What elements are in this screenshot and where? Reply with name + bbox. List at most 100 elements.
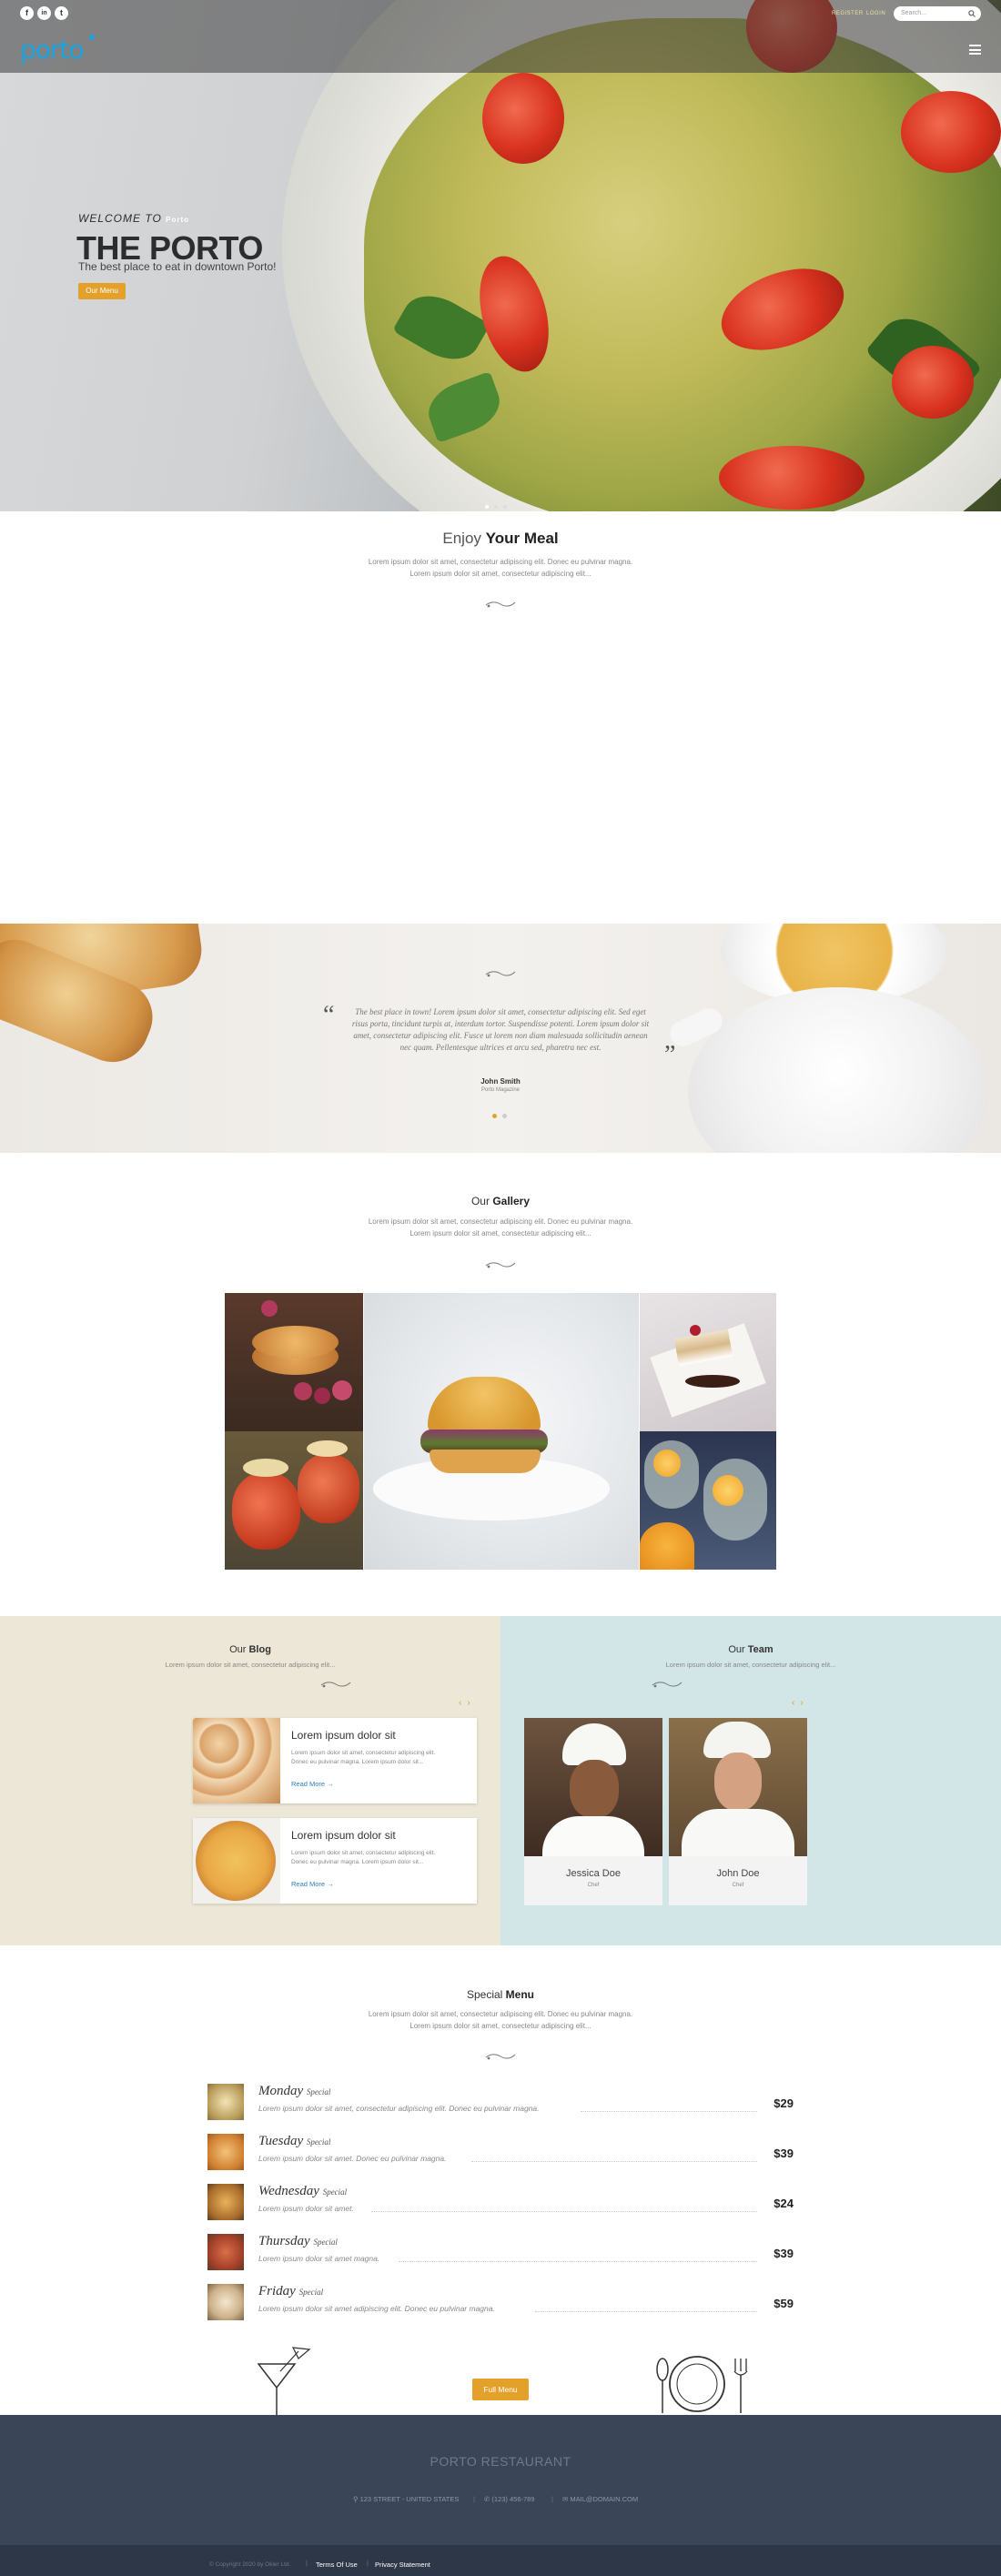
team-member-name: John Doe — [716, 1868, 760, 1879]
footer-restaurant-name: PORTO RESTAURANT — [430, 2454, 571, 2469]
menu-item-price: $39 — [774, 2147, 794, 2160]
terms-link[interactable]: Terms Of Use — [316, 2561, 358, 2569]
testimonial-quote: The best place in town! Lorem ipsum dolo… — [351, 1007, 650, 1052]
divider-ornament — [320, 1682, 351, 1688]
open-quote-icon: “ — [323, 1001, 335, 1029]
menu-item[interactable]: Wednesday Special Lorem ipsum dolor sit … — [207, 2184, 794, 2222]
menu-item-day: Wednesday Special — [258, 2184, 348, 2198]
team-text: Lorem ipsum dolor sit amet, consectetur … — [665, 1661, 836, 1669]
menu-item-price: $59 — [774, 2297, 794, 2310]
register-link[interactable]: REGISTER — [832, 11, 864, 16]
team-carousel-arrows[interactable]: ‹› — [792, 1698, 809, 1708]
our-menu-button[interactable]: Our Menu — [78, 283, 126, 299]
linkedin-icon[interactable]: in — [37, 6, 51, 20]
footer-bottom-bar — [0, 2545, 1001, 2576]
team-member-card[interactable]: Jessica Doe Chef — [524, 1718, 662, 1905]
menu-item-price: $39 — [774, 2247, 794, 2260]
hamburger-menu-icon[interactable] — [969, 45, 981, 55]
menu-item[interactable]: Monday Special Lorem ipsum dolor sit ame… — [207, 2084, 794, 2122]
hero-subtitle: The best place to eat in downtown Porto! — [78, 260, 277, 273]
blog-carousel-arrows[interactable]: ‹› — [459, 1698, 476, 1708]
menu-item-image — [207, 2284, 244, 2320]
divider-ornament — [485, 1262, 516, 1268]
team-member-role: Chef — [587, 1883, 600, 1888]
enjoy-text-1: Lorem ipsum dolor sit amet, consectetur … — [368, 558, 633, 566]
footer-separator: | — [306, 2561, 308, 2567]
special-menu-title: Special Menu — [466, 1988, 535, 2001]
menu-item-description: Lorem ipsum dolor sit amet. — [258, 2204, 354, 2213]
login-link[interactable]: LOGIN — [866, 11, 885, 16]
menu-item-image — [207, 2184, 244, 2220]
read-more-link[interactable]: Read More → — [291, 1780, 334, 1788]
gallery-image-dessert[interactable] — [640, 1293, 776, 1431]
gallery-image-tomatoes[interactable] — [225, 1431, 363, 1570]
special-text-2: Lorem ipsum dolor sit amet, consectetur … — [410, 2022, 592, 2030]
blog-text: Lorem ipsum dolor sit amet, consectetur … — [165, 1661, 336, 1669]
menu-item[interactable]: Thursday Special Lorem ipsum dolor sit a… — [207, 2234, 794, 2272]
menu-item-day: Monday Special — [258, 2084, 331, 2098]
menu-item-description: Lorem ipsum dolor sit amet adipiscing el… — [258, 2304, 495, 2313]
top-bar: f in t REGISTER LOGIN Search... porto — [0, 0, 1001, 73]
blog-card[interactable]: Lorem ipsum dolor sit Lorem ipsum dolor … — [193, 1818, 477, 1904]
close-quote-icon: ” — [664, 1041, 676, 1069]
team-member-name: Jessica Doe — [566, 1868, 621, 1879]
menu-item-price: $29 — [774, 2096, 794, 2110]
pasta-image — [364, 18, 1001, 511]
divider-ornament — [652, 1682, 682, 1688]
menu-item-image — [207, 2134, 244, 2170]
search-icon[interactable] — [968, 10, 976, 17]
read-more-link[interactable]: Read More → — [291, 1880, 334, 1888]
blog-card-title: Lorem ipsum dolor sit — [291, 1729, 396, 1742]
menu-item-day: Thursday Special — [258, 2234, 338, 2248]
divider-ornament — [485, 971, 516, 977]
team-title: Our Team — [728, 1644, 774, 1655]
footer-address: ⚲ 123 STREET - UNITED STATES — [353, 2495, 460, 2503]
teapot-image — [688, 987, 988, 1153]
logo-dot — [89, 35, 95, 40]
team-member-card[interactable]: John Doe Chef — [669, 1718, 807, 1905]
enjoy-text-2: Lorem ipsum dolor sit amet, consectetur … — [410, 570, 592, 578]
twitter-icon[interactable]: t — [55, 6, 68, 20]
plate-cutlery-icon — [656, 2356, 748, 2413]
gallery-text-1: Lorem ipsum dolor sit amet, consectetur … — [368, 1217, 633, 1226]
menu-item-image — [207, 2234, 244, 2270]
full-menu-button[interactable]: Full Menu — [472, 2379, 529, 2400]
gallery-title: Our Gallery — [470, 1195, 531, 1207]
cocktail-glass-icon — [257, 2347, 311, 2415]
blog-title: Our Blog — [229, 1644, 271, 1655]
pizza-image-frame — [193, 1818, 280, 1904]
footer-phone: ✆ (123) 456-789 — [484, 2495, 535, 2503]
blog-card-text: Lorem ipsum dolor sit amet, consectetur … — [291, 1850, 436, 1865]
menu-item[interactable]: Tuesday Special Lorem ipsum dolor sit am… — [207, 2134, 794, 2172]
footer-email[interactable]: ✉ MAIL@DOMAIN.COM — [562, 2495, 638, 2503]
blog-card-title: Lorem ipsum dolor sit — [291, 1829, 396, 1842]
footer-separator: | — [473, 2495, 475, 2503]
privacy-link[interactable]: Privacy Statement — [375, 2561, 430, 2569]
blog-card[interactable]: Lorem ipsum dolor sit Lorem ipsum dolor … — [193, 1718, 477, 1803]
testimonial-source: Porto Magazine — [480, 1087, 521, 1093]
envelope-icon: ✉ — [562, 2495, 569, 2503]
testimonial-pagination[interactable] — [492, 1106, 507, 1123]
gallery-image-burger[interactable] — [364, 1293, 639, 1570]
menu-item-description: Lorem ipsum dolor sit amet magna. — [258, 2254, 380, 2263]
divider-ornament — [485, 601, 516, 608]
gallery-image-pancakes[interactable] — [225, 1293, 363, 1431]
menu-item[interactable]: Friday Special Lorem ipsum dolor sit ame… — [207, 2284, 794, 2322]
footer-separator: | — [551, 2495, 553, 2503]
footer — [0, 2415, 1001, 2545]
team-member-photo — [524, 1718, 662, 1856]
menu-item-description: Lorem ipsum dolor sit amet. Donec eu pul… — [258, 2154, 447, 2163]
slider-pagination[interactable] — [482, 497, 510, 513]
team-member-role: Chef — [732, 1883, 744, 1888]
blog-card-text: Lorem ipsum dolor sit amet, consectetur … — [291, 1750, 436, 1765]
logo[interactable]: porto — [20, 35, 85, 65]
menu-item-description: Lorem ipsum dolor sit amet, consectetur … — [258, 2104, 540, 2113]
enjoy-title: Enjoy Your Meal — [442, 530, 559, 547]
menu-item-day: Tuesday Special — [258, 2134, 331, 2148]
copyright-text: © Copyright 2020 by Okler Ltd. — [209, 2561, 291, 2568]
facebook-icon[interactable]: f — [20, 6, 34, 20]
divider-ornament — [485, 2054, 516, 2060]
map-marker-icon: ⚲ — [353, 2495, 359, 2503]
gallery-text-2: Lorem ipsum dolor sit amet, consectetur … — [410, 1229, 592, 1237]
gallery-image-drinks[interactable] — [640, 1431, 776, 1570]
